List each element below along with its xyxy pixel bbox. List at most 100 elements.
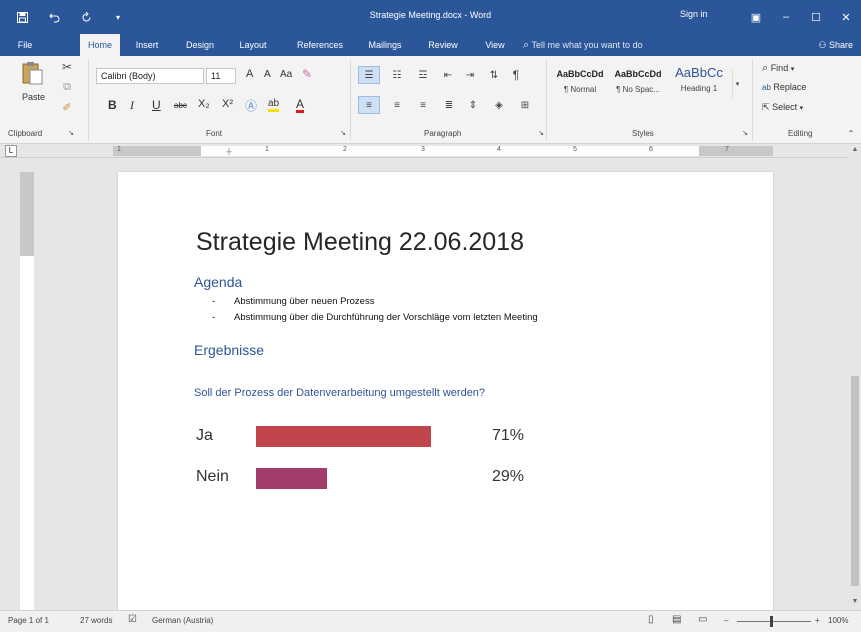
zoom-level[interactable]: 100% <box>828 616 848 625</box>
shrink-font-button[interactable]: A <box>264 69 271 80</box>
tab-mailings[interactable]: Mailings <box>362 34 408 56</box>
dialog-launcher-icon[interactable]: ↘ <box>66 128 76 138</box>
strikethrough-button[interactable]: abc <box>174 101 187 110</box>
dialog-launcher-icon[interactable]: ↘ <box>338 128 348 138</box>
tab-view[interactable]: View <box>478 34 512 56</box>
horizontal-ruler[interactable]: L 1 1 2 3 4 5 6 7 ⏚ <box>0 144 861 158</box>
zoom-slider-track[interactable] <box>737 621 811 622</box>
style-no-spacing[interactable]: AaBbCcDd ¶ No Spac... <box>610 59 666 105</box>
vertical-scrollbar[interactable]: ▲ ▼ <box>849 144 861 610</box>
sort-icon[interactable]: ⇅ <box>486 66 502 84</box>
decrease-indent-icon[interactable]: ⇤ <box>440 66 456 84</box>
highlight-button[interactable]: ab <box>268 98 280 112</box>
read-mode-icon[interactable]: ▯ <box>648 614 654 625</box>
bar-ja <box>256 426 431 447</box>
change-case-button[interactable]: Aa <box>280 69 292 80</box>
zoom-out-button[interactable]: – <box>724 616 728 625</box>
justify-icon[interactable]: ≣ <box>440 96 458 114</box>
collapse-ribbon-icon[interactable]: ⌃ <box>846 128 856 138</box>
align-right-icon[interactable]: ≡ <box>414 96 432 114</box>
zoom-slider-thumb[interactable] <box>770 616 773 627</box>
format-painter-icon[interactable]: ✐ <box>60 100 74 114</box>
scroll-down-icon[interactable]: ▼ <box>849 596 861 608</box>
font-color-button[interactable]: A <box>296 98 305 113</box>
scrollbar-thumb[interactable] <box>851 376 859 586</box>
dialog-launcher-icon[interactable]: ↘ <box>740 128 750 138</box>
find-button[interactable]: ⌕ Find ▾ <box>762 62 794 75</box>
minimize-button[interactable]: – <box>771 0 801 34</box>
bold-button[interactable]: B <box>108 98 117 112</box>
cursor-icon: ⇱ <box>762 102 770 112</box>
indent-marker-icon[interactable]: ⏚ <box>225 146 233 156</box>
grow-font-button[interactable]: A <box>246 68 253 80</box>
web-layout-icon[interactable]: ▭ <box>698 614 707 625</box>
vertical-ruler[interactable] <box>20 172 34 612</box>
word-count[interactable]: 27 words <box>80 616 112 625</box>
results-heading[interactable]: Ergebnisse <box>194 342 264 358</box>
shading-icon[interactable]: ◈ <box>490 96 508 114</box>
line-spacing-icon[interactable]: ⇕ <box>464 96 482 114</box>
italic-button[interactable]: I <box>130 98 134 113</box>
font-size-combo[interactable]: 11 <box>206 68 236 84</box>
agenda-heading[interactable]: Agenda <box>194 274 242 290</box>
increase-indent-icon[interactable]: ⇥ <box>462 66 478 84</box>
styles-group-label: Styles <box>632 129 654 138</box>
question-text[interactable]: Soll der Prozess der Datenverarbeitung u… <box>194 387 485 399</box>
bullets-icon[interactable]: ☰ <box>358 66 380 84</box>
close-button[interactable]: ✕ <box>831 0 861 34</box>
ruler-left-margin <box>113 146 201 156</box>
tab-home[interactable]: Home <box>80 34 120 56</box>
subscript-button[interactable]: X₂ <box>198 98 210 110</box>
list-item[interactable]: - Abstimmung über die Durchführung der Vo… <box>212 312 538 323</box>
style-normal[interactable]: AaBbCcDd ¶ Normal <box>552 59 608 105</box>
cut-icon[interactable]: ✂ <box>60 60 74 74</box>
tab-layout[interactable]: Layout <box>233 34 273 56</box>
document-title[interactable]: Strategie Meeting 22.06.2018 <box>196 228 524 257</box>
styles-more-icon[interactable]: ▾ <box>732 70 742 98</box>
tab-references[interactable]: References <box>292 34 348 56</box>
align-center-icon[interactable]: ≡ <box>388 96 406 114</box>
window-title: Strategie Meeting.docx - Word <box>369 10 492 20</box>
dialog-launcher-icon[interactable]: ↘ <box>536 128 546 138</box>
proofing-icon[interactable]: ☑ <box>128 614 137 625</box>
numbering-icon[interactable]: ☷ <box>388 66 406 84</box>
scroll-up-icon[interactable]: ▲ <box>849 144 861 156</box>
text-effects-icon[interactable]: Ⓐ <box>244 98 258 113</box>
list-item[interactable]: - Abstimmung über neuen Prozess <box>212 296 374 307</box>
tab-file[interactable]: File <box>8 34 42 56</box>
maximize-button[interactable]: ☐ <box>801 0 831 34</box>
page-count[interactable]: Page 1 of 1 <box>8 616 49 625</box>
paste-label[interactable]: Paste <box>22 92 45 102</box>
multilevel-list-icon[interactable]: ☲ <box>414 66 432 84</box>
lightbulb-icon: ⌕ <box>523 39 530 51</box>
tab-review[interactable]: Review <box>422 34 464 56</box>
document-page[interactable]: Strategie Meeting 22.06.2018 Agenda - Abs… <box>118 172 773 612</box>
language-status[interactable]: German (Austria) <box>152 616 213 625</box>
clipboard-group-label: Clipboard <box>8 129 43 138</box>
ribbon-display-options-icon[interactable]: ▣ <box>741 0 771 34</box>
tab-selector-button[interactable]: L <box>5 145 17 157</box>
paste-icon[interactable] <box>20 60 44 86</box>
share-button[interactable]: ⚇ Share <box>818 34 853 56</box>
zoom-in-button[interactable]: + <box>815 616 820 625</box>
tell-me-search[interactable]: ⌕ Tell me what you want to do <box>523 34 643 56</box>
bar-value-nein: 29% <box>492 468 525 485</box>
style-heading-1[interactable]: AaBbCc Heading 1 <box>668 59 730 105</box>
tab-insert[interactable]: Insert <box>128 34 166 56</box>
superscript-button[interactable]: X² <box>222 98 233 110</box>
copy-icon[interactable]: ⧉ <box>60 80 74 94</box>
ruler-right-margin <box>699 146 773 156</box>
replace-button[interactable]: ab Replace <box>762 82 806 92</box>
sign-in-link[interactable]: Sign in <box>680 9 708 19</box>
font-name-combo[interactable]: Calibri (Body) <box>96 68 204 84</box>
title-bar: ▾ Strategie Meeting.docx - Word Sign in … <box>0 0 861 34</box>
tab-design[interactable]: Design <box>180 34 220 56</box>
print-layout-icon[interactable]: ▤ <box>672 614 681 625</box>
borders-icon[interactable]: ⊞ <box>516 96 534 114</box>
separator <box>350 60 351 140</box>
clear-formatting-icon[interactable]: ✎ <box>300 67 314 81</box>
align-left-icon[interactable]: ≡ <box>358 96 380 114</box>
show-formatting-icon[interactable]: ¶ <box>508 66 524 84</box>
select-button[interactable]: ⇱ Select ▾ <box>762 102 803 113</box>
underline-button[interactable]: U <box>152 98 161 112</box>
